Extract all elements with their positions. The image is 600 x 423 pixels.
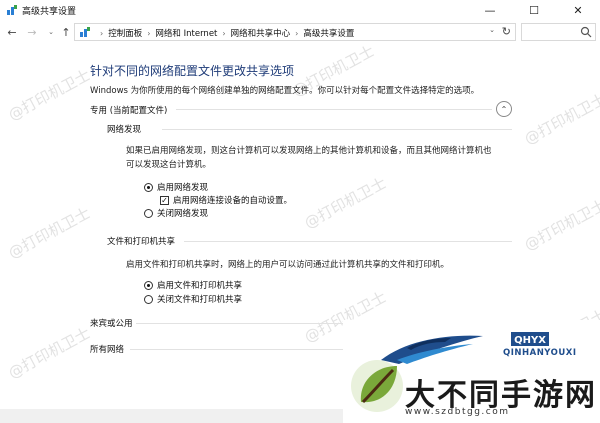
maximize-button[interactable]: ☐ xyxy=(512,0,556,20)
close-button[interactable]: ✕ xyxy=(556,0,600,20)
section-divider xyxy=(162,129,512,130)
refresh-button[interactable]: ↻ xyxy=(502,25,511,38)
network-discovery-on-radio[interactable]: 启用网络发现 xyxy=(144,181,208,193)
radio-selected-indicator[interactable] xyxy=(144,182,153,192)
section-divider xyxy=(136,323,343,324)
network-discovery-title: 网络发现 xyxy=(107,125,142,135)
file-sharing-off-radio[interactable]: 关闭文件和打印机共享 xyxy=(144,293,242,305)
network-discovery-text-line: 可以发现这台计算机。 xyxy=(126,160,212,170)
address-dropdown-button[interactable]: ⌄ xyxy=(489,26,495,34)
network-discovery-text-line: 如果已启用网络发现，则这台计算机可以发现网络上的其他计算机和设备，而且其他网络计… xyxy=(126,146,492,156)
address-bar[interactable]: › 控制面板 › 网络和 Internet › 网络和共享中心 › 高级共享设置… xyxy=(74,23,516,41)
private-profile-header[interactable]: 专用 (当前配置文件) xyxy=(90,104,167,116)
collapse-private-button[interactable]: ⌃ xyxy=(496,101,512,117)
brand-mark-logo: QHYX xyxy=(511,332,549,346)
navigation-bar: ← → ⌄ ↑ › 控制面板 › 网络和 Internet › 网络和共享中心 … xyxy=(0,20,600,44)
bottom-button-bar xyxy=(0,409,343,423)
network-discovery-on-label: 启用网络发现 xyxy=(157,183,209,193)
forward-button[interactable]: → xyxy=(24,24,40,40)
breadcrumb-separator[interactable]: › xyxy=(222,29,225,38)
up-button[interactable]: ↑ xyxy=(58,24,74,40)
section-divider xyxy=(130,349,343,350)
site-logo-overlay: QHYX QINHANYOUXI 大不同手游网 www.szdbtgg.com xyxy=(343,320,600,423)
all-networks-header[interactable]: 所有网络 xyxy=(90,343,124,355)
radio-unselected-indicator[interactable] xyxy=(144,208,153,218)
file-sharing-on-radio[interactable]: 启用文件和打印机共享 xyxy=(144,279,242,291)
page-description: Windows 为你所使用的每个网络创建单独的网络配置文件。你可以针对每个配置文… xyxy=(90,86,480,96)
search-icon xyxy=(580,26,592,38)
file-printer-sharing-title: 文件和打印机共享 xyxy=(107,237,176,247)
leaf-logo-icon xyxy=(351,360,403,412)
window-title: 高级共享设置 xyxy=(22,7,77,17)
brand-mark-text: QHYX xyxy=(514,335,546,346)
recent-locations-button[interactable]: ⌄ xyxy=(43,24,59,40)
network-discovery-off-radio[interactable]: 关闭网络发现 xyxy=(144,207,208,219)
brand-name-latin: QINHANYOUXI xyxy=(503,348,577,358)
section-divider xyxy=(176,109,492,110)
search-box[interactable] xyxy=(521,23,596,41)
network-app-icon xyxy=(7,5,17,15)
file-sharing-on-label: 启用文件和打印机共享 xyxy=(157,281,243,291)
site-url: www.szdbtgg.com xyxy=(405,407,510,417)
breadcrumb-separator[interactable]: › xyxy=(295,29,298,38)
breadcrumb: › 控制面板 › 网络和 Internet › 网络和共享中心 › 高级共享设置 xyxy=(95,27,354,40)
file-printer-sharing-description: 启用文件和打印机共享时，网络上的用户可以访问通过此计算机共享的文件和打印机。 xyxy=(126,260,450,270)
guest-public-header[interactable]: 来宾或公用 xyxy=(90,317,133,329)
radio-selected-indicator[interactable] xyxy=(144,280,153,290)
breadcrumb-separator: › xyxy=(100,28,104,38)
page-title: 针对不同的网络配置文件更改共享选项 xyxy=(90,64,295,78)
radio-unselected-indicator[interactable] xyxy=(144,294,153,304)
breadcrumb-advanced-sharing[interactable]: 高级共享设置 xyxy=(303,27,354,39)
network-location-icon xyxy=(80,27,90,37)
auto-setup-checkbox[interactable]: ✓ 启用网络连接设备的自动设置。 xyxy=(160,194,292,206)
search-input[interactable] xyxy=(522,24,582,40)
breadcrumb-network-sharing-center[interactable]: 网络和共享中心 xyxy=(231,27,291,39)
checkbox-checked-indicator[interactable]: ✓ xyxy=(160,195,169,205)
breadcrumb-network-internet[interactable]: 网络和 Internet xyxy=(155,27,217,39)
file-sharing-off-label: 关闭文件和打印机共享 xyxy=(157,295,243,305)
title-bar: 高级共享设置 — ☐ ✕ xyxy=(0,0,600,20)
network-discovery-description: 如果已启用网络发现，则这台计算机可以发现网络上的其他计算机和设备，而且其他网络计… xyxy=(126,144,506,172)
auto-setup-label: 启用网络连接设备的自动设置。 xyxy=(173,196,293,206)
back-button[interactable]: ← xyxy=(4,24,20,40)
network-discovery-off-label: 关闭网络发现 xyxy=(157,209,209,219)
breadcrumb-separator[interactable]: › xyxy=(147,29,150,38)
breadcrumb-control-panel[interactable]: 控制面板 xyxy=(108,27,142,39)
minimize-button[interactable]: — xyxy=(468,0,512,20)
section-divider xyxy=(184,241,512,242)
